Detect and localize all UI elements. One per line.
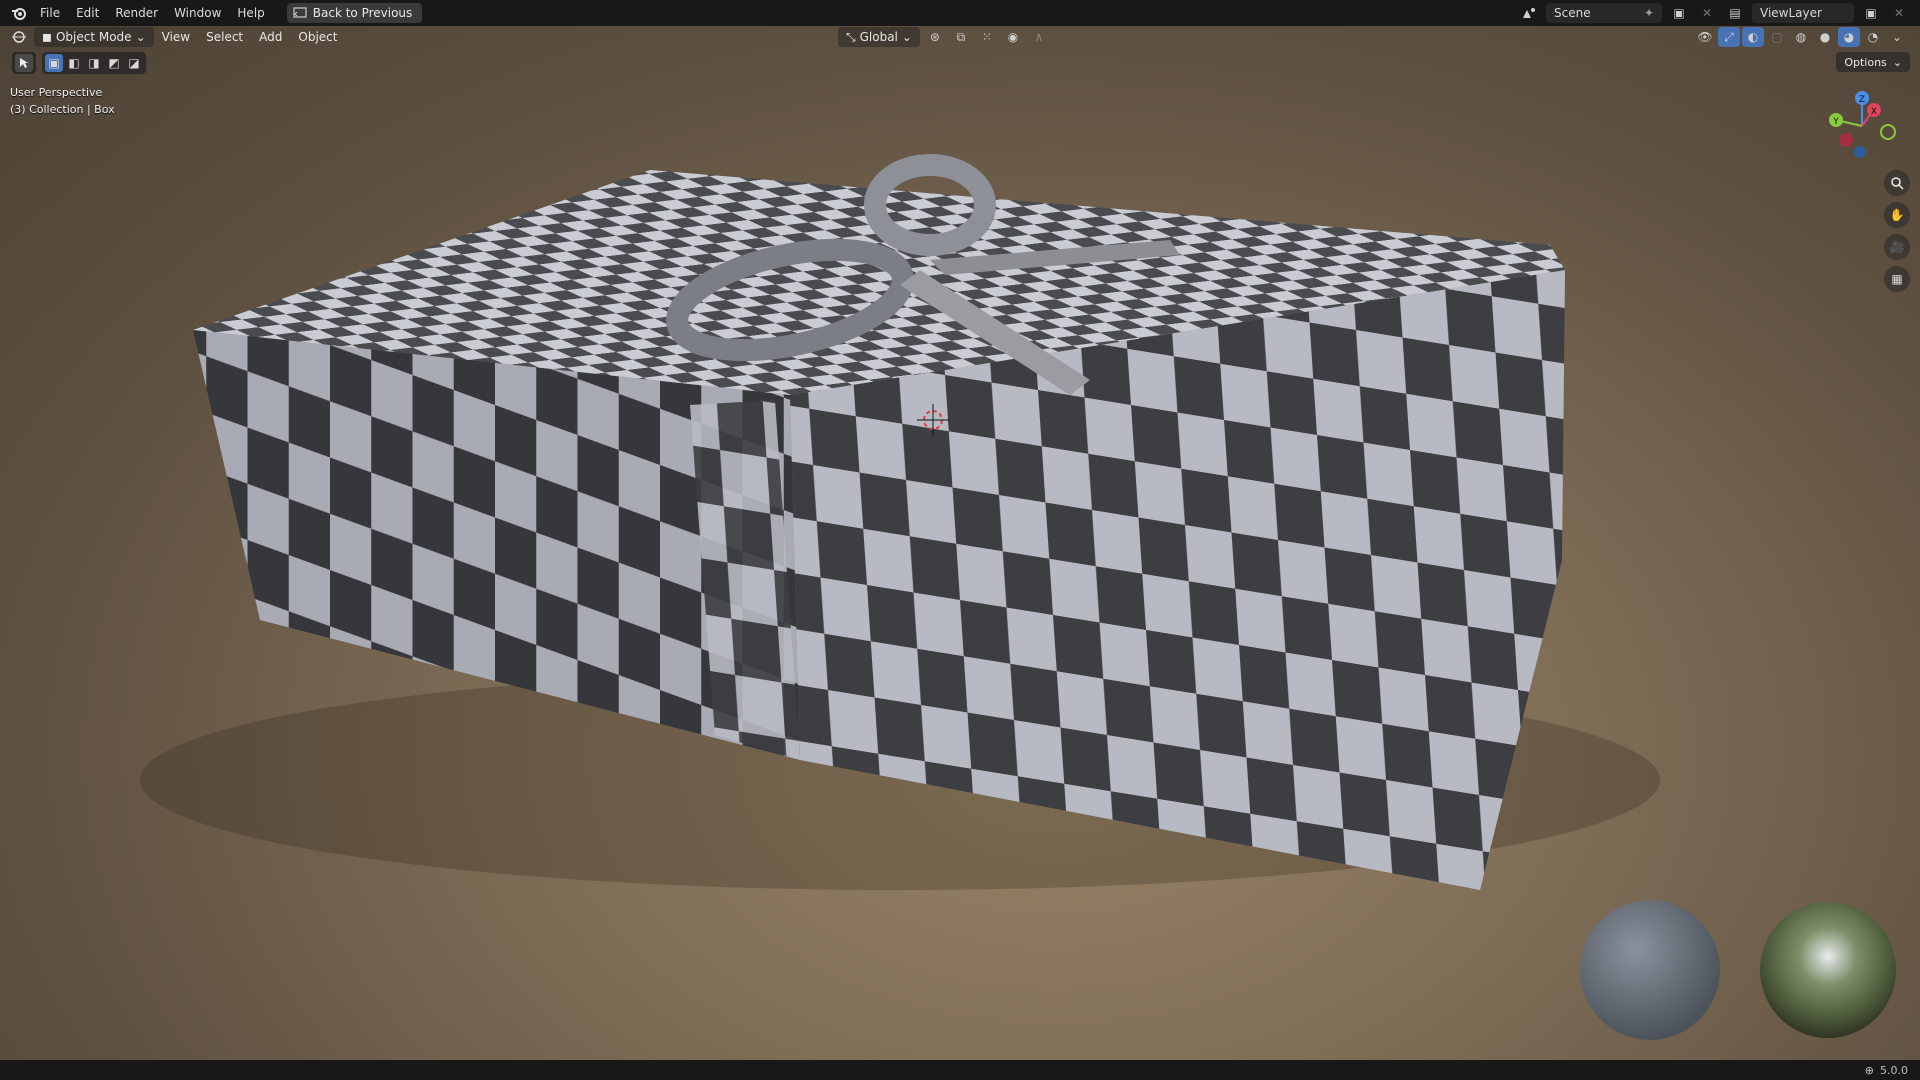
3d-viewport[interactable]: ◼ Object Mode ⌄ View Select Add Object ⤡… xyxy=(0,26,1920,1060)
scene-field[interactable]: Scene ✦ xyxy=(1546,3,1662,23)
back-to-previous-label: Back to Previous xyxy=(312,6,413,20)
mode-label: Object Mode xyxy=(55,30,132,44)
delete-scene-icon[interactable]: ✕ xyxy=(1696,3,1718,23)
scene-selector-icon[interactable] xyxy=(1518,3,1540,23)
screen-icon xyxy=(293,7,307,18)
top-bar: File Edit Render Window Help Back to Pre… xyxy=(0,0,1920,26)
svg-text:Y: Y xyxy=(1832,117,1839,127)
svg-text:Z: Z xyxy=(1859,95,1865,105)
perspective-label: User Perspective xyxy=(10,86,103,99)
select-tool-box[interactable] xyxy=(12,52,36,74)
select-cursor-icon[interactable] xyxy=(15,54,33,72)
mode-selector[interactable]: ◼ Object Mode ⌄ xyxy=(34,27,154,47)
delete-view-layer-icon[interactable]: ✕ xyxy=(1888,3,1910,23)
transform-orientation-selector[interactable]: ⤡ Global ⌄ xyxy=(838,27,920,47)
selection-mode-box: ▣ ◧ ◨ ◩ ◪ xyxy=(42,52,146,74)
menu-window[interactable]: Window xyxy=(166,0,229,26)
pan-hand-icon[interactable]: ✋ xyxy=(1884,202,1910,228)
chevron-down-icon: ⌄ xyxy=(901,30,912,44)
gizmo-toggle-icon[interactable]: ⤢ xyxy=(1718,27,1740,47)
snap-settings-icon[interactable]: ⁙ xyxy=(976,27,998,47)
select-intersect-icon[interactable]: ◪ xyxy=(125,54,143,72)
status-bar: ⊕ 5.0.0 xyxy=(0,1060,1920,1080)
camera-view-icon[interactable]: 🎥 xyxy=(1884,234,1910,260)
xray-toggle-icon[interactable]: ▢ xyxy=(1766,27,1788,47)
select-new-icon[interactable]: ▣ xyxy=(45,54,63,72)
svg-text:X: X xyxy=(1871,107,1877,117)
blender-logo-icon[interactable] xyxy=(6,0,32,26)
pivot-point-icon[interactable]: ⊛ xyxy=(924,27,946,47)
back-to-previous-button[interactable]: Back to Previous xyxy=(286,3,423,23)
orientation-icon: ⤡ xyxy=(846,29,856,44)
select-invert-icon[interactable]: ◩ xyxy=(105,54,123,72)
new-scene-icon[interactable]: ▣ xyxy=(1668,3,1690,23)
chevron-down-icon: ⌄ xyxy=(135,30,146,44)
view-layer-name: ViewLayer xyxy=(1760,6,1822,20)
editor-type-icon[interactable] xyxy=(8,27,30,47)
navigation-gizmo[interactable]: Z Y X xyxy=(1822,86,1902,166)
zoom-icon[interactable] xyxy=(1884,170,1910,196)
menu-select[interactable]: Select xyxy=(198,27,251,47)
overlay-toggle-icon[interactable]: ◐ xyxy=(1742,27,1764,47)
object-mode-icon: ◼ xyxy=(42,30,52,44)
options-button[interactable]: Options ⌄ xyxy=(1836,52,1910,72)
menu-edit[interactable]: Edit xyxy=(68,0,107,26)
orientation-label: Global xyxy=(859,30,898,44)
options-label: Options xyxy=(1844,55,1887,69)
select-subtract-icon[interactable]: ◨ xyxy=(85,54,103,72)
material-preview-shading-icon[interactable]: ◕ xyxy=(1838,27,1860,47)
globe-icon: ⊕ xyxy=(1864,1063,1874,1077)
material-preview-sphere xyxy=(1580,900,1720,1040)
view-layer-selector-icon[interactable]: ▤ xyxy=(1724,3,1746,23)
version-label: 5.0.0 xyxy=(1880,1063,1908,1077)
menu-object[interactable]: Object xyxy=(290,27,345,47)
menu-file[interactable]: File xyxy=(32,0,68,26)
pin-icon[interactable]: ✦ xyxy=(1644,6,1654,20)
menu-view[interactable]: View xyxy=(154,27,198,47)
view-layer-field[interactable]: ViewLayer xyxy=(1752,3,1854,23)
scene-render xyxy=(140,154,1896,1040)
solid-shading-icon[interactable]: ● xyxy=(1814,27,1836,47)
collection-label: (3) Collection | Box xyxy=(10,103,115,116)
navigation-tools: ✋ 🎥 ▦ xyxy=(1884,170,1910,292)
menu-help[interactable]: Help xyxy=(229,0,272,26)
proportional-edit-icon[interactable]: ◉ xyxy=(1002,27,1024,47)
tool-settings-row: ▣ ◧ ◨ ◩ ◪ xyxy=(12,52,146,74)
shading-options-icon[interactable]: ⌄ xyxy=(1886,27,1908,47)
new-view-layer-icon[interactable]: ▣ xyxy=(1860,3,1882,23)
snap-toggle-icon[interactable]: ⧉ xyxy=(950,27,972,47)
menu-add[interactable]: Add xyxy=(251,27,290,47)
rendered-shading-icon[interactable]: ◔ xyxy=(1862,27,1884,47)
falloff-icon[interactable]: ∧ xyxy=(1028,27,1050,47)
select-extend-icon[interactable]: ◧ xyxy=(65,54,83,72)
visibility-icon[interactable]: 👁 xyxy=(1694,27,1716,47)
scene-name: Scene xyxy=(1554,6,1591,20)
grid-ortho-icon[interactable]: ▦ xyxy=(1884,266,1910,292)
hdri-preview-sphere xyxy=(1760,902,1896,1038)
viewport-header: ◼ Object Mode ⌄ View Select Add Object ⤡… xyxy=(0,26,1920,48)
wireframe-shading-icon[interactable]: ◍ xyxy=(1790,27,1812,47)
menu-render[interactable]: Render xyxy=(107,0,166,26)
chevron-down-icon: ⌄ xyxy=(1892,55,1902,69)
